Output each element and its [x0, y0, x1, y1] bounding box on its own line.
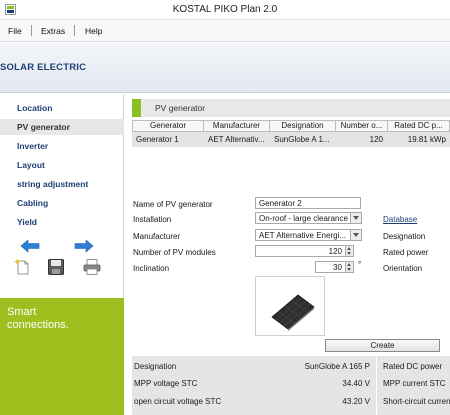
detail-ocv-value: 43.20 V	[342, 397, 370, 406]
brand-banner: SOLAR ELECTRIC	[0, 43, 450, 93]
promo-panel: Smart connections.	[0, 298, 124, 415]
detail-short-circuit-label: Short-circuit curren	[383, 397, 450, 406]
menu-help[interactable]: Help	[85, 26, 102, 36]
detail-ocv-label: open circuit voltage STC	[134, 397, 222, 406]
database-link[interactable]: Database	[383, 215, 417, 224]
modules-label: Number of PV modules	[133, 248, 216, 257]
menu-bar: File Extras Help	[0, 20, 450, 42]
sidebar-item-label: string adjustment	[17, 179, 89, 189]
menu-extras[interactable]: Extras	[41, 26, 65, 36]
orientation-label: Orientation	[383, 264, 423, 273]
sidebar-item-layout[interactable]: Layout	[0, 157, 124, 173]
table-header: Generator Manufacturer Designation Numbe…	[132, 120, 450, 132]
save-disk-icon[interactable]	[48, 259, 64, 275]
name-label: Name of PV generator	[133, 200, 213, 209]
title-bar: KOSTAL PIKO Plan 2.0	[0, 0, 450, 20]
sidebar-item-label: Location	[17, 103, 53, 113]
modules-value: 120	[328, 247, 342, 256]
section-accent	[132, 99, 141, 117]
solar-module-icon	[271, 294, 315, 331]
window-title: KOSTAL PIKO Plan 2.0	[172, 4, 278, 15]
sidebar-item-pv-generator[interactable]: PV generator	[0, 119, 124, 135]
main-panel: PV generator Generator Manufacturer Desi…	[125, 94, 450, 415]
inclination-unit: °	[358, 260, 362, 269]
chevron-down-icon[interactable]	[350, 213, 361, 223]
column-header-designation[interactable]: Designation	[270, 120, 336, 132]
sidebar-item-label: Layout	[17, 160, 45, 170]
sidebar-item-label: Cabling	[17, 198, 49, 208]
sidebar-item-location[interactable]: Location	[0, 100, 124, 116]
module-image-frame	[255, 276, 325, 336]
sidebar-item-label: PV generator	[17, 122, 70, 132]
forward-arrow-icon[interactable]	[74, 239, 94, 253]
column-header-generator[interactable]: Generator	[132, 120, 204, 132]
chevron-down-icon[interactable]	[350, 230, 361, 240]
sidebar-item-inverter[interactable]: Inverter	[0, 138, 124, 154]
section-title: PV generator	[155, 103, 206, 113]
brand-name: SOLAR ELECTRIC	[0, 62, 87, 73]
sidebar-item-label: Inverter	[17, 141, 49, 151]
column-header-number[interactable]: Number o...	[336, 120, 388, 132]
installation-label: Installation	[133, 215, 172, 224]
sidebar-item-yield[interactable]: Yield	[0, 214, 124, 230]
manufacturer-select[interactable]: AET Alternative Energi...	[255, 229, 362, 241]
details-divider	[376, 356, 377, 415]
sidebar: Location PV generator Inverter Layout st…	[0, 94, 124, 415]
column-header-manufacturer[interactable]: Manufacturer	[204, 120, 270, 132]
menu-separator	[31, 25, 32, 36]
sidebar-item-string-adjustment[interactable]: string adjustment	[0, 176, 124, 192]
column-header-rated-dc[interactable]: Rated DC p...	[388, 120, 450, 132]
inclination-stepper[interactable]: 30	[315, 261, 354, 273]
new-document-icon[interactable]	[14, 258, 31, 275]
promo-line-1: Smart	[7, 306, 37, 318]
module-details-panel: Designation SunGlobe A 165 P MPP voltage…	[132, 356, 450, 415]
stepper-arrows-icon[interactable]	[345, 246, 353, 256]
installation-select[interactable]: On-roof - large clearance	[255, 212, 362, 224]
menu-file[interactable]: File	[8, 26, 22, 36]
manufacturer-label: Manufacturer	[133, 232, 181, 241]
section-header: PV generator	[132, 99, 450, 117]
menu-separator	[74, 25, 75, 36]
table-cell: Generator 1	[136, 135, 179, 144]
table-cell: SunGlobe A 1...	[274, 135, 330, 144]
print-icon[interactable]	[83, 259, 101, 275]
create-button[interactable]: Create	[325, 339, 440, 352]
manufacturer-value: AET Alternative Energi...	[259, 231, 347, 240]
detail-designation-label: Designation	[134, 362, 177, 371]
rated-power-label: Rated power	[383, 248, 429, 257]
generator-name-input[interactable]: Generator 2	[255, 197, 361, 209]
detail-mpp-current-label: MPP current STC	[383, 379, 446, 388]
table-cell: AET Alternativ...	[208, 135, 265, 144]
sidebar-item-label: Yield	[17, 217, 37, 227]
table-cell: 120	[369, 135, 383, 144]
back-arrow-icon[interactable]	[20, 239, 40, 253]
table-cell: 19.81 kWp	[407, 135, 446, 144]
stepper-arrows-icon[interactable]	[345, 262, 353, 272]
inclination-value: 30	[333, 263, 342, 272]
detail-designation-value: SunGlobe A 165 P	[304, 362, 370, 371]
detail-mpp-voltage-label: MPP voltage STC	[134, 379, 198, 388]
sidebar-item-cabling[interactable]: Cabling	[0, 195, 124, 211]
promo-line-2: connections.	[7, 319, 69, 331]
detail-rated-dc-label: Rated DC power	[383, 362, 443, 371]
installation-value: On-roof - large clearance	[259, 214, 348, 223]
detail-mpp-voltage-value: 34.40 V	[342, 379, 370, 388]
designation-label: Designation	[383, 232, 426, 241]
table-row[interactable]: Generator 1 AET Alternativ... SunGlobe A…	[132, 132, 450, 147]
inclination-label: Inclination	[133, 264, 170, 273]
modules-stepper[interactable]: 120	[255, 245, 354, 257]
